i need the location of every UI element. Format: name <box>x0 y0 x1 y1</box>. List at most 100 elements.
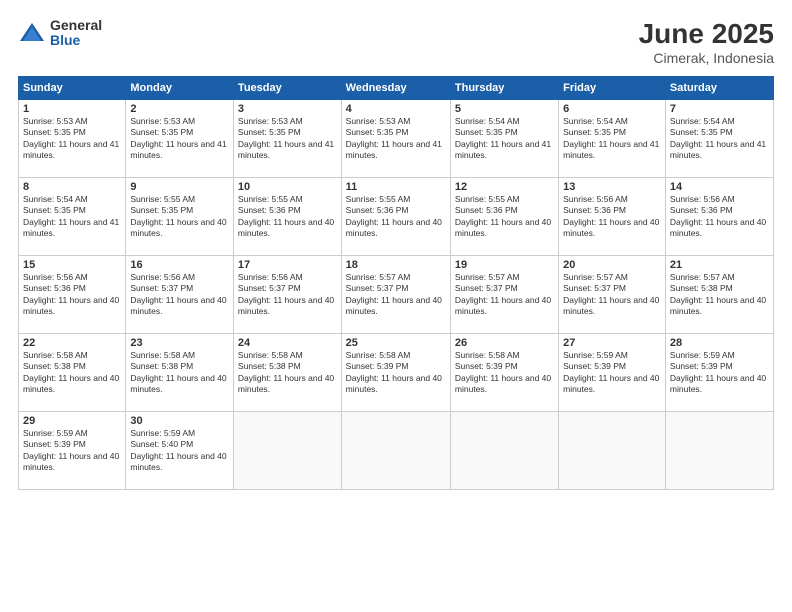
day-info: Sunrise: 5:59 AM Sunset: 5:39 PM Dayligh… <box>23 428 121 474</box>
header-wednesday: Wednesday <box>341 77 450 100</box>
weekday-header-row: Sunday Monday Tuesday Wednesday Thursday… <box>19 77 774 100</box>
day-number: 18 <box>346 259 446 271</box>
day-info: Sunrise: 5:57 AM Sunset: 5:37 PM Dayligh… <box>455 272 554 318</box>
day-number: 7 <box>670 103 769 115</box>
day-info: Sunrise: 5:57 AM Sunset: 5:37 PM Dayligh… <box>346 272 446 318</box>
calendar-cell: 28 Sunrise: 5:59 AM Sunset: 5:39 PM Dayl… <box>665 334 773 412</box>
calendar-cell: 7 Sunrise: 5:54 AM Sunset: 5:35 PM Dayli… <box>665 100 773 178</box>
calendar-cell: 15 Sunrise: 5:56 AM Sunset: 5:36 PM Dayl… <box>19 256 126 334</box>
header-saturday: Saturday <box>665 77 773 100</box>
calendar-cell: 11 Sunrise: 5:55 AM Sunset: 5:36 PM Dayl… <box>341 178 450 256</box>
day-info: Sunrise: 5:53 AM Sunset: 5:35 PM Dayligh… <box>23 116 121 162</box>
calendar-row: 22 Sunrise: 5:58 AM Sunset: 5:38 PM Dayl… <box>19 334 774 412</box>
calendar-cell: 26 Sunrise: 5:58 AM Sunset: 5:39 PM Dayl… <box>450 334 558 412</box>
day-info: Sunrise: 5:53 AM Sunset: 5:35 PM Dayligh… <box>346 116 446 162</box>
day-info: Sunrise: 5:57 AM Sunset: 5:38 PM Dayligh… <box>670 272 769 318</box>
day-number: 17 <box>238 259 337 271</box>
day-info: Sunrise: 5:56 AM Sunset: 5:37 PM Dayligh… <box>238 272 337 318</box>
calendar-cell <box>559 412 666 490</box>
calendar-cell: 4 Sunrise: 5:53 AM Sunset: 5:35 PM Dayli… <box>341 100 450 178</box>
calendar-cell <box>665 412 773 490</box>
calendar-cell: 10 Sunrise: 5:55 AM Sunset: 5:36 PM Dayl… <box>233 178 341 256</box>
day-number: 3 <box>238 103 337 115</box>
day-number: 29 <box>23 415 121 427</box>
logo-general: General <box>50 18 102 33</box>
day-info: Sunrise: 5:58 AM Sunset: 5:39 PM Dayligh… <box>346 350 446 396</box>
calendar-cell: 17 Sunrise: 5:56 AM Sunset: 5:37 PM Dayl… <box>233 256 341 334</box>
calendar-cell: 14 Sunrise: 5:56 AM Sunset: 5:36 PM Dayl… <box>665 178 773 256</box>
calendar-table: Sunday Monday Tuesday Wednesday Thursday… <box>18 76 774 490</box>
day-number: 30 <box>130 415 229 427</box>
calendar-cell: 18 Sunrise: 5:57 AM Sunset: 5:37 PM Dayl… <box>341 256 450 334</box>
day-number: 27 <box>563 337 661 349</box>
day-number: 11 <box>346 181 446 193</box>
day-number: 6 <box>563 103 661 115</box>
calendar-cell: 3 Sunrise: 5:53 AM Sunset: 5:35 PM Dayli… <box>233 100 341 178</box>
calendar-cell: 21 Sunrise: 5:57 AM Sunset: 5:38 PM Dayl… <box>665 256 773 334</box>
day-number: 28 <box>670 337 769 349</box>
day-info: Sunrise: 5:59 AM Sunset: 5:39 PM Dayligh… <box>563 350 661 396</box>
calendar-row: 1 Sunrise: 5:53 AM Sunset: 5:35 PM Dayli… <box>19 100 774 178</box>
day-info: Sunrise: 5:54 AM Sunset: 5:35 PM Dayligh… <box>23 194 121 240</box>
calendar-cell: 16 Sunrise: 5:56 AM Sunset: 5:37 PM Dayl… <box>126 256 234 334</box>
month-title: June 2025 <box>639 18 774 50</box>
title-block: June 2025 Cimerak, Indonesia <box>639 18 774 66</box>
day-number: 19 <box>455 259 554 271</box>
day-info: Sunrise: 5:59 AM Sunset: 5:40 PM Dayligh… <box>130 428 229 474</box>
day-info: Sunrise: 5:56 AM Sunset: 5:36 PM Dayligh… <box>670 194 769 240</box>
calendar-cell: 5 Sunrise: 5:54 AM Sunset: 5:35 PM Dayli… <box>450 100 558 178</box>
day-info: Sunrise: 5:55 AM Sunset: 5:36 PM Dayligh… <box>238 194 337 240</box>
calendar-cell: 12 Sunrise: 5:55 AM Sunset: 5:36 PM Dayl… <box>450 178 558 256</box>
calendar-cell: 8 Sunrise: 5:54 AM Sunset: 5:35 PM Dayli… <box>19 178 126 256</box>
day-number: 16 <box>130 259 229 271</box>
day-info: Sunrise: 5:55 AM Sunset: 5:36 PM Dayligh… <box>346 194 446 240</box>
day-number: 22 <box>23 337 121 349</box>
day-number: 14 <box>670 181 769 193</box>
day-number: 15 <box>23 259 121 271</box>
logo-blue: Blue <box>50 33 102 48</box>
day-info: Sunrise: 5:58 AM Sunset: 5:38 PM Dayligh… <box>23 350 121 396</box>
day-info: Sunrise: 5:58 AM Sunset: 5:39 PM Dayligh… <box>455 350 554 396</box>
calendar-cell: 24 Sunrise: 5:58 AM Sunset: 5:38 PM Dayl… <box>233 334 341 412</box>
day-number: 1 <box>23 103 121 115</box>
calendar-cell <box>341 412 450 490</box>
calendar-cell: 25 Sunrise: 5:58 AM Sunset: 5:39 PM Dayl… <box>341 334 450 412</box>
day-info: Sunrise: 5:57 AM Sunset: 5:37 PM Dayligh… <box>563 272 661 318</box>
logo: General Blue <box>18 18 102 49</box>
header-friday: Friday <box>559 77 666 100</box>
day-number: 9 <box>130 181 229 193</box>
calendar-cell: 29 Sunrise: 5:59 AM Sunset: 5:39 PM Dayl… <box>19 412 126 490</box>
logo-text: General Blue <box>50 18 102 49</box>
calendar-cell: 1 Sunrise: 5:53 AM Sunset: 5:35 PM Dayli… <box>19 100 126 178</box>
day-info: Sunrise: 5:58 AM Sunset: 5:38 PM Dayligh… <box>130 350 229 396</box>
logo-icon <box>18 19 46 47</box>
day-info: Sunrise: 5:54 AM Sunset: 5:35 PM Dayligh… <box>670 116 769 162</box>
day-info: Sunrise: 5:54 AM Sunset: 5:35 PM Dayligh… <box>455 116 554 162</box>
day-number: 4 <box>346 103 446 115</box>
calendar-cell: 20 Sunrise: 5:57 AM Sunset: 5:37 PM Dayl… <box>559 256 666 334</box>
calendar-cell: 30 Sunrise: 5:59 AM Sunset: 5:40 PM Dayl… <box>126 412 234 490</box>
calendar-cell: 9 Sunrise: 5:55 AM Sunset: 5:35 PM Dayli… <box>126 178 234 256</box>
calendar-cell <box>450 412 558 490</box>
calendar-cell: 19 Sunrise: 5:57 AM Sunset: 5:37 PM Dayl… <box>450 256 558 334</box>
day-info: Sunrise: 5:54 AM Sunset: 5:35 PM Dayligh… <box>563 116 661 162</box>
day-number: 5 <box>455 103 554 115</box>
day-number: 8 <box>23 181 121 193</box>
day-number: 26 <box>455 337 554 349</box>
day-number: 21 <box>670 259 769 271</box>
header: General Blue June 2025 Cimerak, Indonesi… <box>18 18 774 66</box>
calendar-cell <box>233 412 341 490</box>
calendar-cell: 22 Sunrise: 5:58 AM Sunset: 5:38 PM Dayl… <box>19 334 126 412</box>
calendar-row: 8 Sunrise: 5:54 AM Sunset: 5:35 PM Dayli… <box>19 178 774 256</box>
calendar-cell: 6 Sunrise: 5:54 AM Sunset: 5:35 PM Dayli… <box>559 100 666 178</box>
day-number: 2 <box>130 103 229 115</box>
day-number: 12 <box>455 181 554 193</box>
calendar-cell: 23 Sunrise: 5:58 AM Sunset: 5:38 PM Dayl… <box>126 334 234 412</box>
calendar-cell: 13 Sunrise: 5:56 AM Sunset: 5:36 PM Dayl… <box>559 178 666 256</box>
header-sunday: Sunday <box>19 77 126 100</box>
day-info: Sunrise: 5:56 AM Sunset: 5:36 PM Dayligh… <box>563 194 661 240</box>
day-info: Sunrise: 5:55 AM Sunset: 5:35 PM Dayligh… <box>130 194 229 240</box>
day-info: Sunrise: 5:59 AM Sunset: 5:39 PM Dayligh… <box>670 350 769 396</box>
day-info: Sunrise: 5:56 AM Sunset: 5:37 PM Dayligh… <box>130 272 229 318</box>
day-number: 23 <box>130 337 229 349</box>
